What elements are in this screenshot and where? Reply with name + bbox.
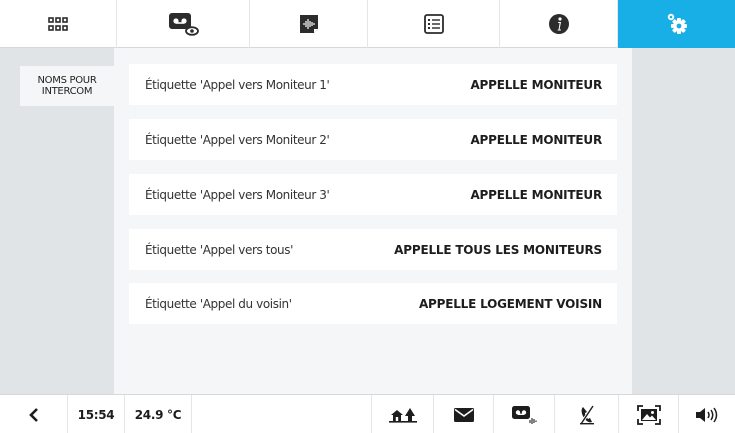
settings-list: Étiquette 'Appel vers Moniteur 1' APPELL… [114, 48, 632, 394]
setting-value: APPELLE MONITEUR [470, 132, 602, 147]
speaker-icon [696, 407, 718, 422]
right-side-panel [632, 48, 735, 394]
tab-settings[interactable] [618, 0, 735, 48]
setting-row-moniteur-3[interactable]: Étiquette 'Appel vers Moniteur 3' APPELL… [129, 174, 617, 215]
setting-row-appel-tous[interactable]: Étiquette 'Appel vers tous' APPELLE TOUS… [129, 229, 617, 270]
setting-row-moniteur-1[interactable]: Étiquette 'Appel vers Moniteur 1' APPELL… [129, 64, 617, 105]
fullscreen-image-icon [636, 404, 661, 425]
messages-button[interactable] [434, 395, 494, 433]
setting-label: Étiquette 'Appel vers Moniteur 2' [145, 132, 330, 147]
temperature: 24.9 °C [125, 395, 192, 433]
time-display: 15:54 [77, 407, 115, 422]
setting-value: APPELLE TOUS LES MONITEURS [394, 242, 602, 257]
apps-grid-icon [48, 17, 68, 31]
status-spacer [192, 395, 372, 433]
audio-message-icon [299, 15, 318, 33]
tab-info[interactable] [500, 0, 618, 48]
temperature-display: 24.9 °C [134, 407, 182, 422]
setting-row-moniteur-2[interactable]: Étiquette 'Appel vers Moniteur 2' APPELL… [129, 119, 617, 160]
settings-gears-icon [667, 13, 687, 34]
back-arrow-icon [28, 407, 38, 422]
sidebar-item-noms-pour-intercom[interactable]: NOMS POUR INTERCOM [20, 66, 114, 106]
setting-row-appel-voisin[interactable]: Étiquette 'Appel du voisin' APPELLE LOGE… [129, 283, 617, 324]
category-sidebar: NOMS POUR INTERCOM [0, 48, 114, 394]
setting-label: Étiquette 'Appel vers Moniteur 3' [145, 187, 330, 202]
fullscreen-button[interactable] [619, 395, 679, 433]
tab-videomessages[interactable] [117, 0, 250, 48]
list-icon [423, 14, 444, 34]
volume-button[interactable] [679, 395, 735, 433]
call-mute-button[interactable] [555, 395, 619, 433]
videomessages-button[interactable] [494, 395, 555, 433]
home-away-button[interactable] [372, 395, 434, 433]
clock: 15:54 [68, 395, 125, 433]
setting-label: Étiquette 'Appel vers tous' [145, 242, 293, 257]
setting-value: APPELLE LOGEMENT VOISIN [418, 296, 602, 311]
top-tab-bar [0, 0, 735, 48]
videomessage-view-icon [169, 13, 199, 36]
info-icon [548, 14, 569, 34]
setting-value: APPELLE MONITEUR [470, 77, 602, 92]
tab-apps[interactable] [0, 0, 117, 48]
home-away-icon [388, 407, 417, 423]
envelope-icon [453, 407, 474, 422]
videomessage-icon [512, 405, 537, 424]
sidebar-item-label: NOMS POUR INTERCOM [37, 75, 97, 97]
tab-list[interactable] [368, 0, 500, 48]
status-bar: 15:54 24.9 °C [0, 394, 735, 433]
setting-value: APPELLE MONITEUR [470, 187, 602, 202]
setting-label: Étiquette 'Appel du voisin' [145, 296, 292, 311]
setting-label: Étiquette 'Appel vers Moniteur 1' [145, 77, 330, 92]
call-muted-icon [579, 404, 594, 425]
back-button[interactable] [0, 395, 68, 433]
tab-audio[interactable] [250, 0, 368, 48]
